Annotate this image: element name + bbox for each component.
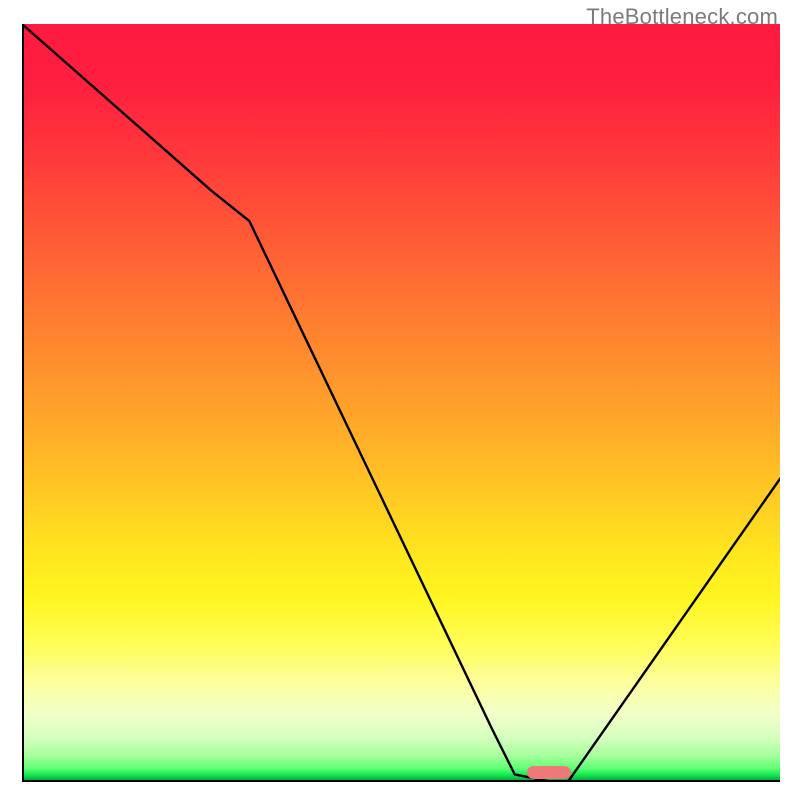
curve-svg: [22, 24, 780, 782]
curve-path: [22, 24, 780, 782]
chart-container: TheBottleneck.com: [0, 0, 800, 800]
highlight-marker: [527, 766, 571, 779]
plot-area: [22, 24, 780, 782]
